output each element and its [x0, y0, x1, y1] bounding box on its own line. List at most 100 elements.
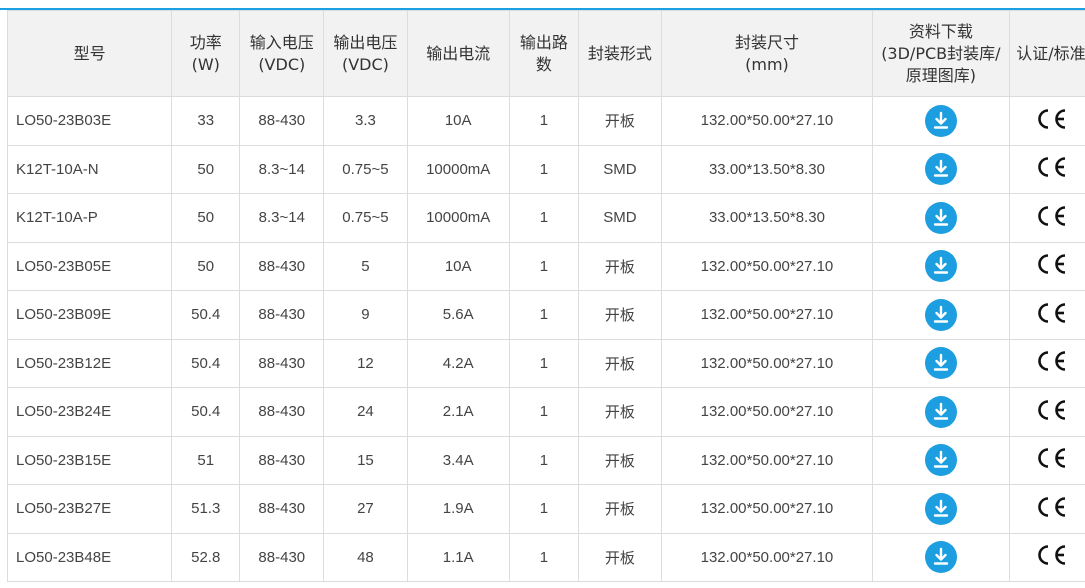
download-circle-icon[interactable]: [924, 250, 957, 283]
cell-vin: 8.3~14: [239, 144, 325, 194]
size-value: 132.00*50.00*27.10: [700, 112, 834, 130]
package-value: 开板: [604, 113, 635, 131]
power-value: 50: [197, 160, 215, 178]
cell-channels: 1: [508, 532, 579, 582]
cell-vout: 48: [323, 532, 408, 582]
model-link[interactable]: LO50-23B05E: [16, 258, 111, 275]
vin-value: 88-430: [258, 548, 306, 566]
model-link[interactable]: LO50-23B12E: [16, 355, 111, 372]
model-link[interactable]: K12T-10A-N: [16, 161, 99, 178]
cell-iout: 10000mA: [406, 193, 510, 243]
cell-size: 132.00*50.00*27.10: [661, 338, 873, 388]
vout-value: 9: [361, 306, 370, 324]
download-circle-icon[interactable]: [924, 153, 957, 186]
cell-channels: 1: [508, 290, 579, 340]
cell-size: 132.00*50.00*27.10: [661, 241, 873, 291]
channels-value: 1: [539, 306, 549, 324]
model-link[interactable]: LO50-23B24E: [16, 403, 111, 420]
cell-vin: 88-430: [239, 290, 325, 340]
cell-model[interactable]: LO50-23B15E: [6, 435, 173, 485]
package-value: 开板: [604, 307, 635, 325]
table-row: K12T-10A-P 50 8.3~14 0.75~5 10000mA 1 SM…: [6, 193, 1085, 243]
cell-model[interactable]: LO50-23B09E: [6, 290, 173, 340]
model-link[interactable]: LO50-23B27E: [16, 500, 111, 517]
cell-cert: [1008, 144, 1085, 194]
cell-iout: 10000mA: [406, 144, 510, 194]
download-circle-icon[interactable]: [924, 298, 957, 331]
cell-power: 51: [171, 435, 241, 485]
cell-package: 开板: [577, 484, 663, 534]
ce-mark-icon: [1034, 349, 1068, 373]
cell-model[interactable]: K12T-10A-N: [6, 144, 173, 194]
iout-value: 10A: [444, 257, 472, 275]
vout-value: 3.3: [355, 112, 376, 130]
package-value: 开板: [604, 404, 635, 422]
table-header: 型号 功率 (W) 输入电压 (VDC) 输出电压 (VDC) 输出电流 输出路…: [6, 10, 1085, 97]
cell-cert: [1008, 435, 1085, 485]
ce-mark-icon: [1034, 543, 1068, 567]
header-power-line1: 功率: [189, 32, 222, 52]
header-vout-line1: 输出电压: [333, 32, 398, 52]
model-link[interactable]: LO50-23B09E: [16, 306, 111, 323]
download-circle-icon[interactable]: [924, 347, 957, 380]
power-value: 33: [197, 112, 215, 130]
cell-cert: [1008, 241, 1085, 291]
download-circle-icon[interactable]: [924, 444, 957, 477]
cell-iout: 10A: [406, 96, 510, 146]
cell-power: 50: [171, 241, 241, 291]
iout-value: 4.2A: [442, 354, 474, 372]
cell-model[interactable]: LO50-23B12E: [6, 338, 173, 388]
size-value: 132.00*50.00*27.10: [700, 257, 834, 275]
cell-model[interactable]: LO50-23B27E: [6, 484, 173, 534]
cell-cert: [1008, 338, 1085, 388]
table-row: LO50-23B24E 50.4 88-430 24 2.1A 1 开板 132…: [6, 387, 1085, 437]
vin-value: 8.3~14: [258, 209, 305, 227]
cell-vin: 88-430: [239, 484, 325, 534]
package-value: 开板: [604, 501, 635, 519]
download-circle-icon[interactable]: [924, 104, 957, 137]
cell-model[interactable]: LO50-23B24E: [6, 387, 173, 437]
header-channels-line2: 数: [535, 54, 552, 74]
vin-value: 88-430: [258, 112, 306, 130]
model-link[interactable]: K12T-10A-P: [16, 209, 98, 226]
cell-download: [871, 290, 1010, 340]
download-circle-icon[interactable]: [924, 492, 957, 525]
cell-channels: 1: [508, 338, 579, 388]
cell-model[interactable]: LO50-23B05E: [6, 241, 173, 291]
cell-iout: 10A: [406, 241, 510, 291]
channels-value: 1: [539, 403, 549, 421]
cell-model[interactable]: LO50-23B03E: [6, 96, 173, 146]
header-vout-line2: (VDC): [341, 54, 389, 74]
download-circle-icon[interactable]: [924, 395, 957, 428]
table-row: LO50-23B15E 51 88-430 15 3.4A 1 开板 132.0…: [6, 435, 1085, 485]
table-row: LO50-23B48E 52.8 88-430 48 1.1A 1 开板 132…: [6, 532, 1085, 582]
size-value: 132.00*50.00*27.10: [700, 306, 834, 324]
cell-cert: [1008, 532, 1085, 582]
cell-iout: 3.4A: [406, 435, 510, 485]
cell-download: [871, 193, 1010, 243]
model-link[interactable]: LO50-23B15E: [16, 452, 111, 469]
channels-value: 1: [539, 209, 549, 227]
iout-value: 10A: [444, 112, 472, 130]
channels-value: 1: [539, 160, 549, 178]
download-circle-icon[interactable]: [924, 541, 957, 574]
ce-mark-icon: [1034, 107, 1068, 131]
cell-size: 33.00*13.50*8.30: [661, 144, 873, 194]
cell-vout: 3.3: [323, 96, 408, 146]
download-circle-icon[interactable]: [924, 201, 957, 234]
model-link[interactable]: LO50-23B03E: [16, 112, 111, 129]
power-value: 52.8: [191, 548, 221, 566]
cell-power: 33: [171, 96, 241, 146]
cell-channels: 1: [508, 144, 579, 194]
cell-cert: [1008, 96, 1085, 146]
cell-model[interactable]: K12T-10A-P: [6, 193, 173, 243]
model-link[interactable]: LO50-23B48E: [16, 549, 111, 566]
package-value: SMD: [603, 209, 637, 227]
cell-package: 开板: [577, 338, 663, 388]
cell-power: 50.4: [171, 387, 241, 437]
ce-mark-icon: [1034, 446, 1068, 470]
cell-channels: 1: [508, 193, 579, 243]
cell-vout: 0.75~5: [323, 193, 408, 243]
cell-model[interactable]: LO50-23B48E: [6, 532, 173, 582]
vout-value: 27: [357, 500, 374, 518]
